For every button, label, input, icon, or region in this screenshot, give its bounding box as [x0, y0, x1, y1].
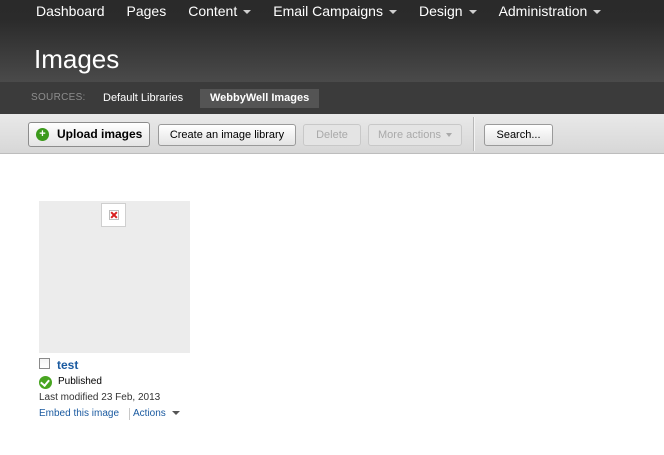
chevron-down-icon: [468, 10, 477, 15]
nav-administration[interactable]: Administration: [488, 0, 613, 22]
chevron-down-icon: [171, 411, 180, 416]
broken-image-icon: [101, 203, 126, 227]
chevron-down-icon: [593, 10, 602, 15]
published-check-icon: [39, 376, 52, 389]
image-name-link[interactable]: test: [57, 358, 78, 372]
sources-label: SOURCES:: [31, 92, 86, 103]
nav-pages[interactable]: Pages: [116, 0, 178, 22]
image-select-checkbox[interactable]: [39, 358, 50, 369]
actions-dropdown[interactable]: Actions: [133, 408, 180, 419]
nav-dashboard-label: Dashboard: [36, 3, 105, 19]
nav-content[interactable]: Content: [177, 0, 262, 22]
embed-image-link[interactable]: Embed this image: [39, 408, 119, 419]
nav-email-campaigns-label: Email Campaigns: [273, 3, 383, 19]
nav-email-campaigns[interactable]: Email Campaigns: [262, 0, 408, 22]
image-status: Published: [58, 376, 102, 387]
chevron-down-icon: [243, 10, 252, 15]
upload-images-label: Upload images: [57, 127, 143, 141]
nav-design-label: Design: [418, 3, 463, 19]
nav-design[interactable]: Design: [408, 0, 488, 22]
upload-images-button[interactable]: + Upload images: [28, 122, 150, 147]
top-header: Dashboard Pages Content Email Campaigns …: [0, 0, 664, 82]
nav-administration-label: Administration: [498, 3, 588, 19]
create-image-library-button[interactable]: Create an image library: [158, 124, 296, 146]
image-modified-date: Last modified 23 Feb, 2013: [39, 392, 161, 403]
more-actions-button[interactable]: More actions: [368, 124, 462, 146]
chevron-down-icon: [388, 10, 397, 15]
link-divider: [129, 408, 130, 420]
search-button[interactable]: Search...: [484, 124, 553, 146]
image-thumbnail[interactable]: [39, 201, 190, 353]
chevron-down-icon: [445, 133, 452, 138]
nav-content-label: Content: [188, 3, 238, 19]
sources-bar: SOURCES: Default Libraries WebbyWell Ima…: [0, 82, 664, 114]
main-nav: Dashboard Pages Content Email Campaigns …: [0, 0, 612, 22]
source-webbywell-images[interactable]: WebbyWell Images: [200, 89, 320, 108]
actions-label: Actions: [133, 408, 166, 419]
source-default-libraries[interactable]: Default Libraries: [93, 89, 193, 108]
toolbar: + Upload images Create an image library …: [0, 114, 664, 154]
nav-dashboard[interactable]: Dashboard: [0, 0, 116, 22]
more-actions-label: More actions: [378, 129, 441, 141]
close-icon: [109, 210, 119, 220]
nav-pages-label: Pages: [126, 3, 167, 19]
plus-icon: +: [36, 128, 49, 141]
toolbar-divider: [473, 117, 475, 151]
delete-button[interactable]: Delete: [303, 124, 361, 146]
page-title: Images: [34, 44, 120, 74]
